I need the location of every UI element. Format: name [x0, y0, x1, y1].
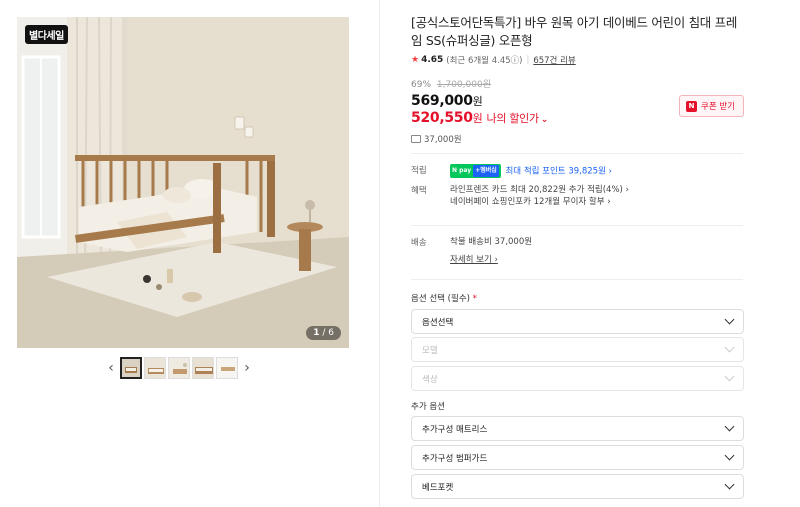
my-price-value: 520,550 [411, 110, 473, 126]
extra-option-bumper[interactable]: 추가구성 범퍼가드 [411, 445, 744, 470]
extra-option-label: 추가 옵션 [411, 402, 445, 412]
npay-plus-badge: +멤버십 [473, 165, 499, 177]
shipping-detail-link[interactable]: 자세히 보기 › [450, 254, 498, 266]
page-total: / 6 [322, 328, 334, 338]
chevron-down-icon: ⌄ [540, 115, 549, 125]
sale-badge: 별다세일 [25, 25, 68, 44]
card-benefit-link[interactable]: 라인프렌즈 카드 최대 20,822원 추가 적립(4%) › [450, 184, 743, 196]
required-option-text: 옵션 선택 (필수) [411, 294, 470, 304]
card-benefit-row: 혜택 라인프렌즈 카드 최대 20,822원 추가 적립(4%) › 네이버페이… [411, 184, 743, 208]
my-price-label: 나의 할인가 [486, 112, 540, 125]
chevron-down-icon [724, 421, 735, 432]
my-price-unit: 원 [472, 112, 483, 125]
chevron-down-icon [724, 479, 735, 490]
product-main-image[interactable]: 별다세일 1 / 6 [17, 17, 349, 348]
thumbnail-item[interactable] [168, 357, 190, 379]
product-info: [공식스토어단독특가] 바우 원목 아기 데이베드 어린이 침대 프레임 SS(… [411, 14, 745, 145]
coupon-button[interactable]: N 쿠폰 받기 [679, 95, 744, 117]
shipping-row: 배송 착불 배송비 37,000원 자세히 보기 › [411, 236, 743, 266]
point-benefit-row: 적립 N pay +멤버십 최대 적립 포인트 39,825원 › [411, 164, 743, 178]
discount-percent: 69% [411, 80, 432, 90]
review-count-link[interactable]: 657건 리뷰 [533, 54, 575, 66]
thumbnail-prev-icon[interactable]: ‹ [104, 356, 118, 380]
thumbnail-image [169, 358, 189, 378]
option-select-main[interactable]: 옵션선택 [411, 309, 744, 334]
rating-separator: | [526, 55, 530, 65]
rating-score: 4.65 [421, 55, 444, 65]
thumbnail-item[interactable] [120, 357, 142, 379]
point-amount: 37,000원 [424, 135, 462, 145]
section-divider [411, 225, 743, 226]
daybed-room-photo [17, 17, 349, 348]
original-price: 1,700,000원 [436, 80, 491, 90]
naver-n-icon: N [686, 100, 698, 112]
section-divider [411, 279, 743, 280]
thumbnail-item[interactable] [216, 357, 238, 379]
required-star: * [472, 294, 477, 304]
star-icon: ★ [411, 55, 420, 65]
section-divider [411, 153, 743, 154]
benefits-section: 적립 N pay +멤버십 최대 적립 포인트 39,825원 › 혜택 라인프렌… [411, 164, 743, 214]
option-select-color-label: 색상 [422, 374, 438, 385]
rating-row: ★ 4.65 (최근 6개월 4.45ⓘ) | 657건 리뷰 [411, 54, 745, 66]
extra-option-bumper-label: 추가구성 범퍼가드 [422, 453, 488, 464]
shipping-label: 배송 [411, 238, 427, 248]
thumbnail-item[interactable] [144, 357, 166, 379]
extra-option-mattress[interactable]: 추가구성 매트리스 [411, 416, 744, 441]
thumbnail-carousel: ‹ › [104, 356, 254, 380]
product-title: [공식스토어단독특가] 바우 원목 아기 데이베드 어린이 침대 프레임 SS(… [411, 15, 738, 48]
thumbnail-image [217, 358, 237, 378]
shipping-fee: 착불 배송비 37,000원 [450, 237, 533, 247]
thumbnail-next-icon[interactable]: › [240, 356, 254, 380]
thumbnail-image [145, 358, 165, 378]
extra-option-bedpocket-label: 베드포켓 [422, 482, 454, 493]
option-select-model-label: 모델 [422, 345, 438, 356]
npay-badge-text: N pay [452, 167, 472, 174]
npay-badge: N pay +멤버십 [450, 164, 501, 178]
extra-option-bedpocket[interactable]: 베드포켓 [411, 474, 744, 499]
thumbnail-item[interactable] [192, 357, 214, 379]
thumbnail-image [193, 358, 213, 378]
shipping-section: 배송 착불 배송비 37,000원 자세히 보기 › [411, 236, 743, 266]
point-benefit-label: 적립 [411, 166, 427, 176]
max-point-link[interactable]: 최대 적립 포인트 39,825원 › [505, 167, 612, 177]
point-card-icon [411, 135, 421, 143]
chevron-down-icon [724, 371, 735, 382]
option-select-color[interactable]: 색상 [411, 366, 744, 391]
point-row: 37,000원 [411, 133, 745, 145]
extra-option-mattress-label: 추가구성 매트리스 [422, 424, 488, 435]
coupon-button-label: 쿠폰 받기 [701, 102, 735, 112]
chevron-down-icon [724, 314, 735, 325]
option-select-model[interactable]: 모델 [411, 337, 744, 362]
page-current: 1 [313, 328, 320, 338]
option-select-main-label: 옵션선택 [422, 317, 454, 328]
installment-benefit-link[interactable]: 네이버페이 쇼핑인포카 12개월 무이자 할부 › [450, 196, 743, 208]
discount-row: 69% 1,700,000원 [411, 77, 745, 90]
chevron-down-icon [724, 450, 735, 461]
thumbnail-list [120, 357, 238, 379]
column-divider [379, 0, 380, 507]
chevron-down-icon [724, 342, 735, 353]
sale-price-value: 569,000 [411, 93, 473, 109]
thumbnail-image [122, 359, 140, 377]
benefit-label: 혜택 [411, 186, 427, 196]
sale-price-unit: 원 [472, 95, 483, 108]
required-option-label: 옵션 선택 (필수) * [411, 292, 477, 304]
rating-recent[interactable]: (최근 6개월 4.45ⓘ) [446, 54, 522, 66]
image-page-indicator: 1 / 6 [306, 326, 341, 340]
